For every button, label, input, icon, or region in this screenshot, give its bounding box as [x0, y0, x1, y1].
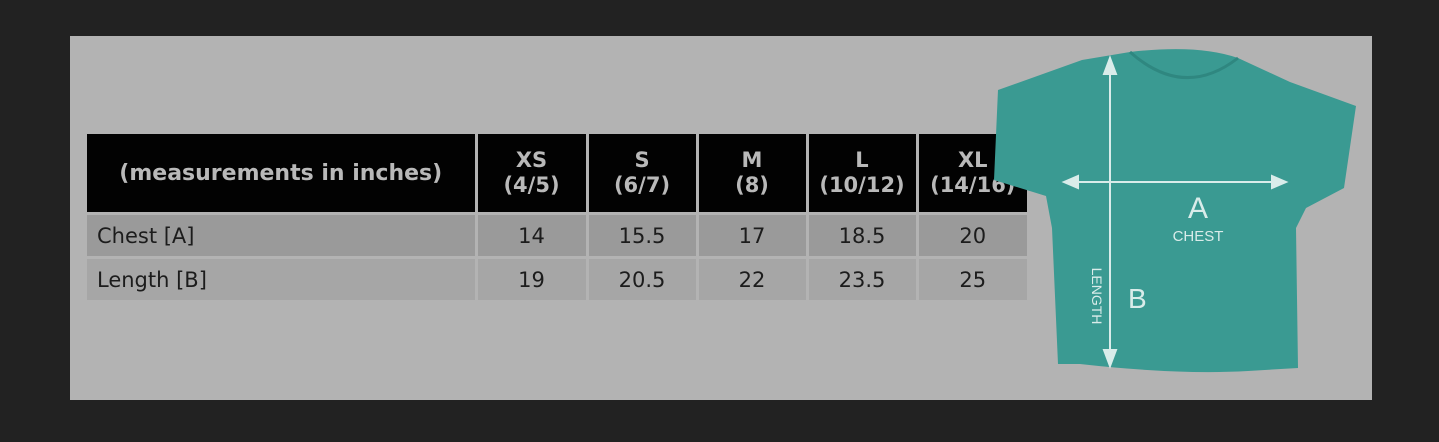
measurements-header: (measurements in inches): [87, 134, 476, 214]
table-row-chest: Chest [A] 14 15.5 17 18.5 20: [87, 212, 1027, 258]
size-chart-table: (measurements in inches) XS (4/5) S (6/7) …: [87, 134, 1027, 300]
table-cell: 23.5: [805, 256, 917, 300]
size-header-s: S (6/7): [585, 134, 697, 214]
table-cell: 22: [695, 256, 807, 300]
chest-label: CHEST: [1173, 228, 1224, 245]
row-label: Length [B]: [87, 256, 476, 300]
length-letter: B: [1128, 283, 1147, 314]
chest-letter: A: [1188, 192, 1208, 225]
table-cell: 18.5: [805, 212, 917, 258]
size-header-l: L (10/12): [805, 134, 917, 214]
size-header-m: M (8): [695, 134, 807, 214]
row-label: Chest [A]: [87, 212, 476, 258]
table-row-length: Length [B] 19 20.5 22 23.5 25: [87, 256, 1027, 300]
size-header-xs: XS (4/5): [474, 134, 587, 214]
table-cell: 15.5: [585, 212, 697, 258]
table-cell: 20.5: [585, 256, 697, 300]
table-cell: 14: [474, 212, 587, 258]
header-row: (measurements in inches) XS (4/5) S (6/7) …: [87, 134, 1027, 214]
table-cell: 17: [695, 212, 807, 258]
table-cell: 19: [474, 256, 587, 300]
tshirt-diagram: A CHEST B LENGTH: [994, 49, 1356, 373]
length-label: LENGTH: [1089, 268, 1105, 325]
tshirt-shape: [994, 49, 1356, 373]
